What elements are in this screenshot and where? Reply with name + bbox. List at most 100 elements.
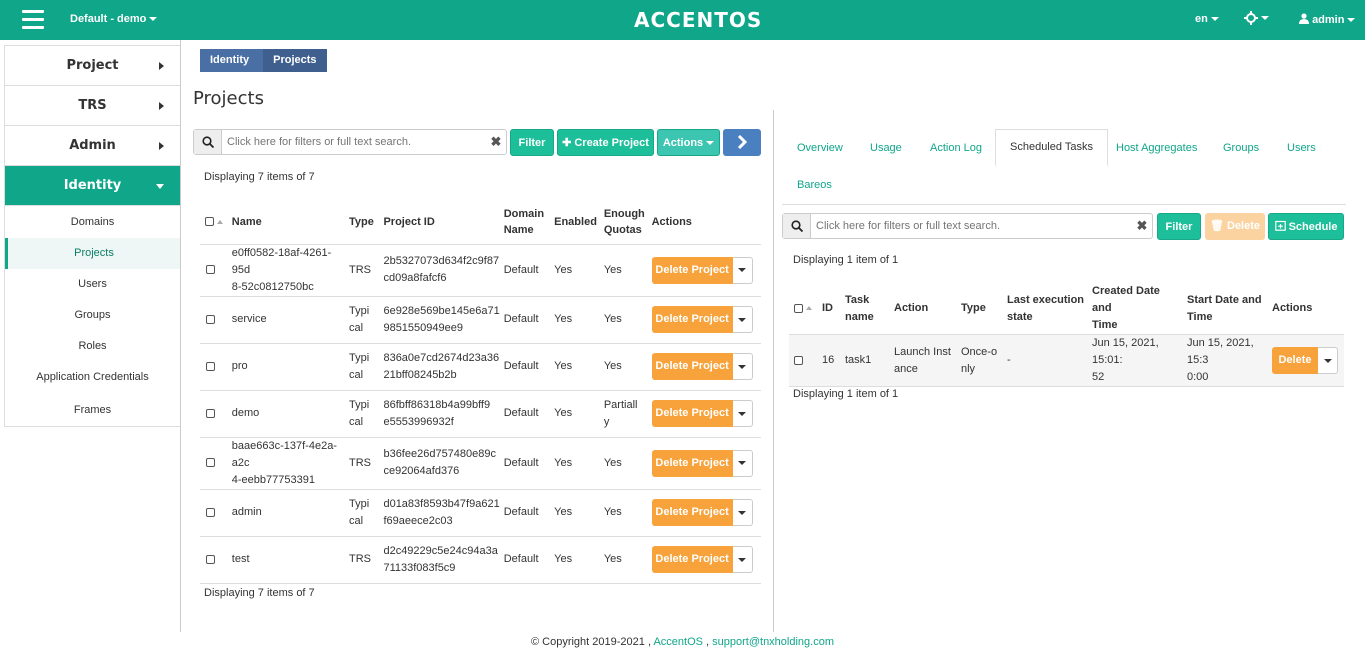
col-enabled[interactable]: Enabled xyxy=(552,200,602,245)
project-domain-link[interactable]: Default xyxy=(501,489,553,537)
col-task-name[interactable]: Task name xyxy=(842,283,891,335)
detail-tabs: Overview Usage Action Log Scheduled Task… xyxy=(782,129,1346,205)
project-name-link[interactable]: demo xyxy=(229,390,347,438)
col-project-id[interactable]: Project ID xyxy=(381,200,502,245)
sidebar-category-admin[interactable]: Admin xyxy=(5,126,180,166)
delete-project-button[interactable]: Delete Project xyxy=(651,256,733,284)
col-last-state[interactable]: Last execution state xyxy=(1004,283,1089,335)
select-all-checkbox[interactable] xyxy=(205,217,214,227)
project-domain-link[interactable]: Default xyxy=(501,536,553,584)
project-actions-toggle[interactable] xyxy=(732,256,753,284)
project-actions-toggle[interactable] xyxy=(732,546,753,573)
language-selector[interactable]: en xyxy=(1195,13,1219,25)
clear-search-icon[interactable]: ✖ xyxy=(486,134,506,150)
tab-users[interactable]: Users xyxy=(1287,142,1316,154)
select-all-checkbox[interactable] xyxy=(794,303,803,313)
col-start[interactable]: Start Date and Time xyxy=(1184,283,1269,335)
clear-search-icon[interactable]: ✖ xyxy=(1132,218,1152,234)
projects-search-input[interactable] xyxy=(222,131,486,153)
row-checkbox[interactable] xyxy=(206,408,215,418)
project-domain-link[interactable]: Default xyxy=(501,390,553,438)
col-id[interactable]: ID xyxy=(819,283,842,335)
delete-project-button[interactable]: Delete Project xyxy=(651,306,733,333)
project-name-link[interactable]: service xyxy=(229,296,347,344)
project-actions-toggle[interactable] xyxy=(732,306,753,333)
theme-selector[interactable] xyxy=(1244,11,1269,25)
row-checkbox[interactable] xyxy=(206,361,215,371)
tab-bareos[interactable]: Bareos xyxy=(797,179,832,191)
tasks-search-input[interactable] xyxy=(811,215,1132,237)
col-type[interactable]: Type xyxy=(347,200,382,245)
project-domain-link[interactable]: Default xyxy=(501,296,553,344)
tab-host-aggregates[interactable]: Host Aggregates xyxy=(1116,142,1197,154)
footer-email-link[interactable]: support@tnxholding.com xyxy=(712,636,834,648)
task-actions-toggle[interactable] xyxy=(1318,347,1338,374)
delete-project-button[interactable]: Delete Project xyxy=(651,449,733,477)
delete-project-button[interactable]: Delete Project xyxy=(651,499,733,526)
sidebar-item-domains[interactable]: Domains xyxy=(5,206,180,238)
sidebar-category-project[interactable]: Project xyxy=(5,46,180,86)
items-count-top: Displaying 7 items of 7 xyxy=(204,171,315,183)
project-name-link[interactable]: admin xyxy=(229,489,347,537)
chevron-right-icon xyxy=(737,135,748,150)
row-checkbox[interactable] xyxy=(206,554,215,564)
project-name-link[interactable]: baae663c-137f-4e2a-a2c 4-eebb77753391 xyxy=(229,437,347,490)
chevron-down-icon xyxy=(1347,18,1356,23)
col-domain-name[interactable]: Domain Name xyxy=(501,200,553,245)
project-name-link[interactable]: e0ff0582-18af-4261-95d 8-52c0812750bc xyxy=(229,244,347,297)
col-type[interactable]: Type xyxy=(958,283,1004,335)
sidebar-item-frames[interactable]: Frames xyxy=(5,393,180,427)
breadcrumb-identity[interactable]: Identity xyxy=(200,49,264,72)
tab-usage[interactable]: Usage xyxy=(870,142,902,154)
tasks-filter-button[interactable]: Filter xyxy=(1157,213,1201,240)
row-checkbox[interactable] xyxy=(206,507,215,517)
projects-search: ✖ xyxy=(193,129,507,155)
chevron-down-icon xyxy=(738,461,747,465)
sidebar-category-identity[interactable]: Identity xyxy=(5,166,180,206)
row-checkbox[interactable] xyxy=(206,458,215,468)
sidebar-item-roles[interactable]: Roles xyxy=(5,331,180,362)
project-domain-link[interactable]: Default xyxy=(501,244,553,297)
sidebar-item-groups[interactable]: Groups xyxy=(5,300,180,331)
hamburger-menu-icon[interactable] xyxy=(22,10,44,30)
project-actions-toggle[interactable] xyxy=(732,499,753,526)
project-type-line1: Typi xyxy=(349,351,370,364)
project-actions-toggle[interactable] xyxy=(732,400,753,427)
project-selector[interactable]: Default - demo xyxy=(70,13,158,25)
task-delete-button[interactable]: Delete xyxy=(1272,347,1318,374)
sidebar-category-trs[interactable]: TRS xyxy=(5,86,180,126)
row-checkbox[interactable] xyxy=(206,314,215,324)
delete-project-button[interactable]: Delete Project xyxy=(651,400,733,427)
schedule-button[interactable]: Schedule xyxy=(1268,213,1344,240)
footer-brand-link[interactable]: AccentOS xyxy=(653,636,703,648)
filter-button[interactable]: Filter xyxy=(510,129,554,156)
row-checkbox[interactable] xyxy=(206,265,215,275)
delete-project-split: Delete Project xyxy=(651,353,759,380)
tab-scheduled-tasks[interactable]: Scheduled Tasks xyxy=(995,129,1108,166)
sidebar-item-users[interactable]: Users xyxy=(5,269,180,300)
col-quotas[interactable]: Enough Quotas xyxy=(601,200,650,245)
sidebar-item-projects[interactable]: Projects xyxy=(5,238,180,269)
user-menu[interactable]: admin xyxy=(1299,13,1356,26)
project-domain-link[interactable]: Default xyxy=(501,437,553,490)
project-actions-toggle[interactable] xyxy=(732,449,753,477)
sidebar-item-application-credentials[interactable]: Application Credentials xyxy=(5,362,180,393)
next-arrow-button[interactable] xyxy=(723,129,761,156)
row-checkbox[interactable] xyxy=(794,355,803,365)
create-project-button[interactable]: ✚ Create Project xyxy=(557,129,654,156)
delete-project-button[interactable]: Delete Project xyxy=(651,353,733,380)
project-actions-cell: Delete Project xyxy=(649,296,761,344)
col-action[interactable]: Action xyxy=(891,283,958,335)
project-name-link[interactable]: pro xyxy=(229,343,347,391)
tab-groups[interactable]: Groups xyxy=(1223,142,1259,154)
delete-project-button[interactable]: Delete Project xyxy=(651,546,733,573)
project-domain-link[interactable]: Default xyxy=(501,343,553,391)
tab-overview[interactable]: Overview xyxy=(797,142,843,154)
project-actions-toggle[interactable] xyxy=(732,353,753,380)
actions-dropdown[interactable]: Actions xyxy=(657,129,720,156)
col-created[interactable]: Created Date and Time xyxy=(1089,283,1184,335)
project-name-link[interactable]: test xyxy=(229,536,347,584)
tasks-delete-button[interactable]: 🗑 Delete xyxy=(1205,213,1265,240)
col-name[interactable]: Name xyxy=(229,200,347,245)
tab-action-log[interactable]: Action Log xyxy=(930,142,982,154)
